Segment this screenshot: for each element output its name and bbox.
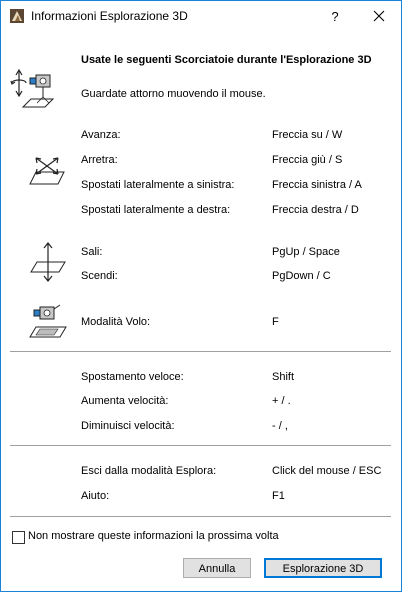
- cancel-button[interactable]: Annulla: [183, 558, 251, 578]
- shortcut-action: Avanza:: [81, 129, 121, 141]
- shortcut-key: Freccia destra / D: [272, 204, 359, 216]
- shortcut-key: PgUp / Space: [272, 246, 340, 258]
- shortcut-action: Spostamento veloce:: [81, 371, 184, 383]
- dialog-window: Informazioni Esplorazione 3D ? Usate le …: [0, 0, 402, 592]
- shortcut-action: Sali:: [81, 246, 103, 258]
- explore-3d-button[interactable]: Esplorazione 3D: [264, 558, 382, 578]
- shortcut-key: Freccia su / W: [272, 129, 343, 141]
- shortcut-action: Spostati lateralmente a sinistra:: [81, 179, 235, 191]
- shortcut-key: Freccia sinistra / A: [272, 179, 362, 191]
- camera-look-icon: [10, 68, 55, 108]
- shortcut-key: F1: [272, 490, 285, 502]
- shortcut-key: + / .: [272, 395, 291, 407]
- shortcut-key: Freccia giù / S: [272, 154, 343, 166]
- shortcut-key: F: [272, 316, 279, 328]
- shortcut-action: Modalità Volo:: [81, 316, 151, 328]
- move-plane-arrows-icon: [29, 157, 65, 185]
- shortcut-key: PgDown / C: [272, 270, 331, 282]
- archicad-app-icon: [10, 9, 24, 23]
- shortcut-action: Esci dalla modalità Esplora:: [81, 465, 217, 477]
- vertical-move-icon: [30, 242, 66, 282]
- help-button[interactable]: ?: [313, 1, 357, 32]
- window-title: Informazioni Esplorazione 3D: [31, 9, 188, 23]
- separator: [10, 351, 391, 352]
- shortcut-action: Arretra:: [81, 154, 118, 166]
- close-icon[interactable]: [357, 1, 401, 32]
- shortcut-key: Shift: [272, 371, 295, 383]
- intro-heading: Usate le seguenti Scorciatoie durante l'…: [81, 54, 372, 66]
- shortcut-action: Diminuisci velocità:: [81, 420, 175, 432]
- shortcut-action: Aiuto:: [81, 490, 110, 502]
- title-bar: Informazioni Esplorazione 3D ?: [1, 1, 401, 32]
- shortcut-key: Click del mouse / ESC: [272, 465, 382, 477]
- fly-mode-camera-icon: [29, 304, 67, 338]
- look-text: Guardate attorno muovendo il mouse.: [81, 88, 266, 100]
- shortcut-action: Aumenta velocità:: [81, 395, 169, 407]
- separator: [10, 516, 391, 517]
- shortcut-action: Scendi:: [81, 270, 118, 282]
- dont-show-checkbox[interactable]: [12, 531, 25, 544]
- shortcut-key: - / ,: [272, 420, 288, 432]
- shortcut-action: Spostati lateralmente a destra:: [81, 204, 231, 216]
- separator: [10, 445, 391, 446]
- dont-show-label[interactable]: Non mostrare queste informazioni la pros…: [28, 530, 279, 542]
